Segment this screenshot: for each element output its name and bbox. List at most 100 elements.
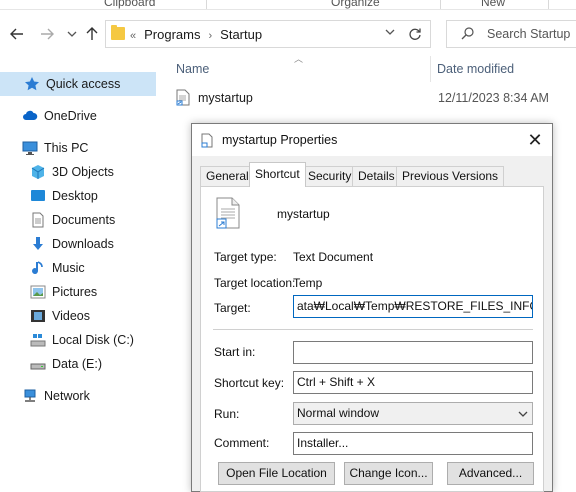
sidebar-item-label: Desktop [52,189,98,203]
address-bar[interactable]: « Programs › Startup [105,20,431,48]
chevron-down-icon [518,405,528,420]
ribbon-separator [548,0,549,9]
sidebar-item-this-pc[interactable]: This PC [0,136,156,160]
navigation-bar: « Programs › Startup Search Startup [0,14,576,54]
refresh-icon [409,28,421,40]
navigation-pane: Quick access OneDrive This PC 3D Objects… [0,64,156,492]
shortcut-file-name: mystartup [277,207,330,221]
refresh-button[interactable] [404,23,426,45]
column-divider[interactable] [430,56,431,82]
file-name: mystartup [198,91,253,105]
tab-previous-versions[interactable]: Previous Versions [396,166,505,186]
sidebar-item-label: Documents [52,213,116,227]
sidebar-item-label: Downloads [52,237,114,251]
dialog-title-bar[interactable]: mystartup Properties ✕ [192,124,552,156]
target-type-value: Text Document [293,250,374,264]
tab-general[interactable]: General [200,166,255,186]
desktop-icon [30,188,46,204]
disk-icon [30,332,46,348]
sidebar-item-label: Network [44,389,90,403]
sidebar-item-label: Music [52,261,85,275]
target-field[interactable]: ata₩Local₩Temp₩RESTORE_FILES_INFO.txt [293,295,533,318]
target-type-label: Target type: [214,250,277,264]
start-in-field[interactable] [293,341,533,364]
download-icon [30,236,46,252]
run-label: Run: [214,407,240,421]
column-header-name[interactable]: Name [176,62,209,76]
address-history-button[interactable] [385,26,395,38]
run-select-value: Normal window [297,406,380,420]
ribbon-group-labels: Clipboard Organize New [0,0,576,10]
sidebar-item-quick-access[interactable]: Quick access [0,72,156,96]
chevron-down-icon [67,31,77,37]
picture-icon [30,284,46,300]
properties-dialog: mystartup Properties ✕ General Shortcut … [191,123,553,492]
ribbon-group-organize: Organize [331,0,380,9]
shortcut-tab-panel: mystartup Target type: Text Document Tar… [200,186,544,492]
change-icon-button[interactable]: Change Icon... [344,462,433,485]
sidebar-item-downloads[interactable]: Downloads [0,232,156,256]
column-header-date-modified[interactable]: Date modified [437,62,514,76]
address-prefix[interactable]: « [130,30,136,42]
computer-icon [22,140,38,156]
shortcut-file-icon [201,133,213,151]
comment-label: Comment: [214,436,270,450]
ribbon-group-clipboard: Clipboard [104,0,156,9]
shortcut-key-field[interactable]: Ctrl + Shift + X [293,371,533,394]
video-icon [30,308,46,324]
dialog-title: mystartup Properties [222,133,338,147]
sidebar-item-label: 3D Objects [52,165,114,179]
sidebar-item-desktop[interactable]: Desktop [0,184,156,208]
network-icon [22,388,38,404]
shortcut-file-icon [176,89,190,109]
cloud-icon [22,108,38,124]
target-location-value: Temp [293,276,323,290]
document-icon [30,212,46,228]
comment-field[interactable]: Installer... [293,432,533,455]
target-label: Target: [214,301,251,315]
up-button[interactable] [81,23,103,45]
search-placeholder: Search Startup [487,27,571,41]
shortcut-large-icon [215,197,241,232]
tab-security[interactable]: Security [302,166,358,186]
file-date-modified: 12/11/2023 8:34 AM [438,91,549,105]
ribbon-separator [440,0,441,9]
sidebar-item-label: Pictures [52,285,98,299]
forward-button[interactable] [36,23,58,45]
sidebar-item-data-drive[interactable]: Data (E:) [0,352,156,376]
sidebar-item-videos[interactable]: Videos [0,304,156,328]
table-row[interactable]: mystartup 12/11/2023 8:34 AM [172,86,576,110]
sidebar-item-onedrive[interactable]: OneDrive [0,104,156,128]
sidebar-item-documents[interactable]: Documents [0,208,156,232]
sidebar-item-network[interactable]: Network [0,384,156,408]
back-button[interactable] [6,23,28,45]
ribbon-separator [206,0,207,9]
breadcrumb-programs[interactable]: Programs [144,27,200,42]
sidebar-item-label: Quick access [46,77,121,91]
sidebar-item-label: OneDrive [44,109,97,123]
close-icon: ✕ [527,130,543,150]
breadcrumb-startup[interactable]: Startup [220,27,262,42]
sidebar-item-music[interactable]: Music [0,256,156,280]
chevron-down-icon [385,29,395,35]
breadcrumb: « Programs › Startup [130,27,270,42]
run-select[interactable]: Normal window [293,402,533,425]
sidebar-item-pictures[interactable]: Pictures [0,280,156,304]
breadcrumb-separator: › [208,30,213,42]
advanced-button[interactable]: Advanced... [447,462,534,485]
divider [213,329,533,330]
drive-icon [30,356,46,372]
tab-details[interactable]: Details [352,166,401,186]
shortcut-key-label: Shortcut key: [214,376,285,390]
sidebar-item-label: This PC [44,141,89,155]
tab-shortcut[interactable]: Shortcut [249,162,306,187]
search-box[interactable]: Search Startup [446,20,576,48]
open-file-location-button[interactable]: Open File Location [218,462,335,485]
close-button[interactable]: ✕ [521,127,549,153]
arrow-right-icon [41,28,54,40]
sidebar-item-label: Local Disk (C:) [52,333,134,347]
sidebar-item-label: Videos [52,309,90,323]
recent-locations-button[interactable] [61,23,83,45]
sidebar-item-3d-objects[interactable]: 3D Objects [0,160,156,184]
sidebar-item-local-disk[interactable]: Local Disk (C:) [0,328,156,352]
